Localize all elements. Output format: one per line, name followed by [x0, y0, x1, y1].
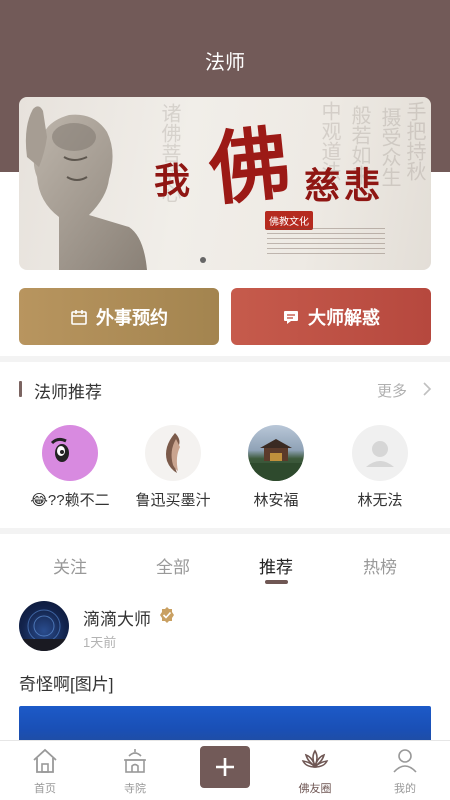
- author-avatar[interactable]: [19, 601, 69, 651]
- tab-hot[interactable]: 热榜: [324, 553, 436, 578]
- master-card[interactable]: 林安福: [220, 425, 332, 510]
- plus-icon: [216, 758, 234, 776]
- master-name: 林无法: [357, 492, 403, 509]
- master-card[interactable]: 😂??赖不二: [14, 425, 126, 510]
- banner-carousel[interactable]: 诸佛菩萨心 中观道法 般若如来 摄受众生 手把持秋 我 佛 慈悲 佛教文化: [19, 97, 431, 270]
- avatar: [248, 425, 304, 481]
- banner-char-right: 慈悲: [304, 165, 385, 207]
- master-answer-button[interactable]: 大师解惑: [231, 288, 431, 345]
- banner-paragraph: [267, 228, 385, 258]
- section-divider: [0, 356, 450, 362]
- carousel-indicator-dot[interactable]: [200, 257, 206, 263]
- avatar: [42, 425, 98, 481]
- tab-recommend[interactable]: 推荐: [220, 553, 332, 578]
- message-icon: [284, 310, 298, 324]
- master-name: 鲁迅买墨汁: [135, 492, 211, 509]
- home-icon: [33, 748, 57, 773]
- active-tab-indicator: [265, 580, 288, 584]
- buddha-statue-image: [25, 106, 147, 270]
- tab-all[interactable]: 全部: [117, 553, 229, 578]
- chevron-right-icon[interactable]: [422, 382, 432, 396]
- more-link[interactable]: 更多: [377, 380, 407, 401]
- tabbar-label: 我的: [394, 783, 416, 795]
- banner-main-char: 佛: [204, 115, 295, 217]
- tabbar-home[interactable]: 首页: [0, 741, 90, 800]
- post-content: 奇怪啊[图片]: [19, 675, 114, 694]
- page-title: 法师: [205, 52, 245, 74]
- tabbar-label: 寺院: [124, 783, 146, 795]
- profile-icon: [393, 749, 417, 773]
- tabbar-label: 首页: [34, 783, 56, 795]
- author-name[interactable]: 滴滴大师: [83, 605, 151, 630]
- tabbar-label: 佛友圈: [298, 783, 332, 795]
- calendar-icon: [71, 309, 87, 325]
- master-answer-label: 大师解惑: [308, 307, 380, 328]
- tabbar-circle[interactable]: 佛友圈: [270, 741, 360, 800]
- master-card[interactable]: 鲁迅买墨汁: [117, 425, 229, 510]
- tab-follow[interactable]: 关注: [14, 553, 126, 578]
- external-appointment-label: 外事预约: [96, 307, 168, 328]
- lotus-icon: [301, 749, 329, 768]
- master-name: 😂??赖不二: [30, 492, 110, 509]
- section-divider: [0, 528, 450, 534]
- avatar: [145, 425, 201, 481]
- recommend-title: 法师推荐: [34, 383, 102, 402]
- section-accent-bar: [19, 381, 22, 397]
- post-time: 1天前: [83, 635, 117, 650]
- add-post-button[interactable]: [200, 746, 250, 788]
- banner-char-left: 我: [154, 160, 191, 202]
- default-avatar-icon: [352, 425, 408, 481]
- tabbar-temple[interactable]: 寺院: [90, 741, 180, 800]
- temple-icon: [124, 749, 146, 773]
- tabbar-profile[interactable]: 我的: [360, 741, 450, 800]
- master-card[interactable]: 林无法: [324, 425, 436, 510]
- master-name: 林安福: [253, 492, 299, 509]
- verified-badge-icon: [160, 607, 174, 623]
- external-appointment-button[interactable]: 外事预约: [19, 288, 219, 345]
